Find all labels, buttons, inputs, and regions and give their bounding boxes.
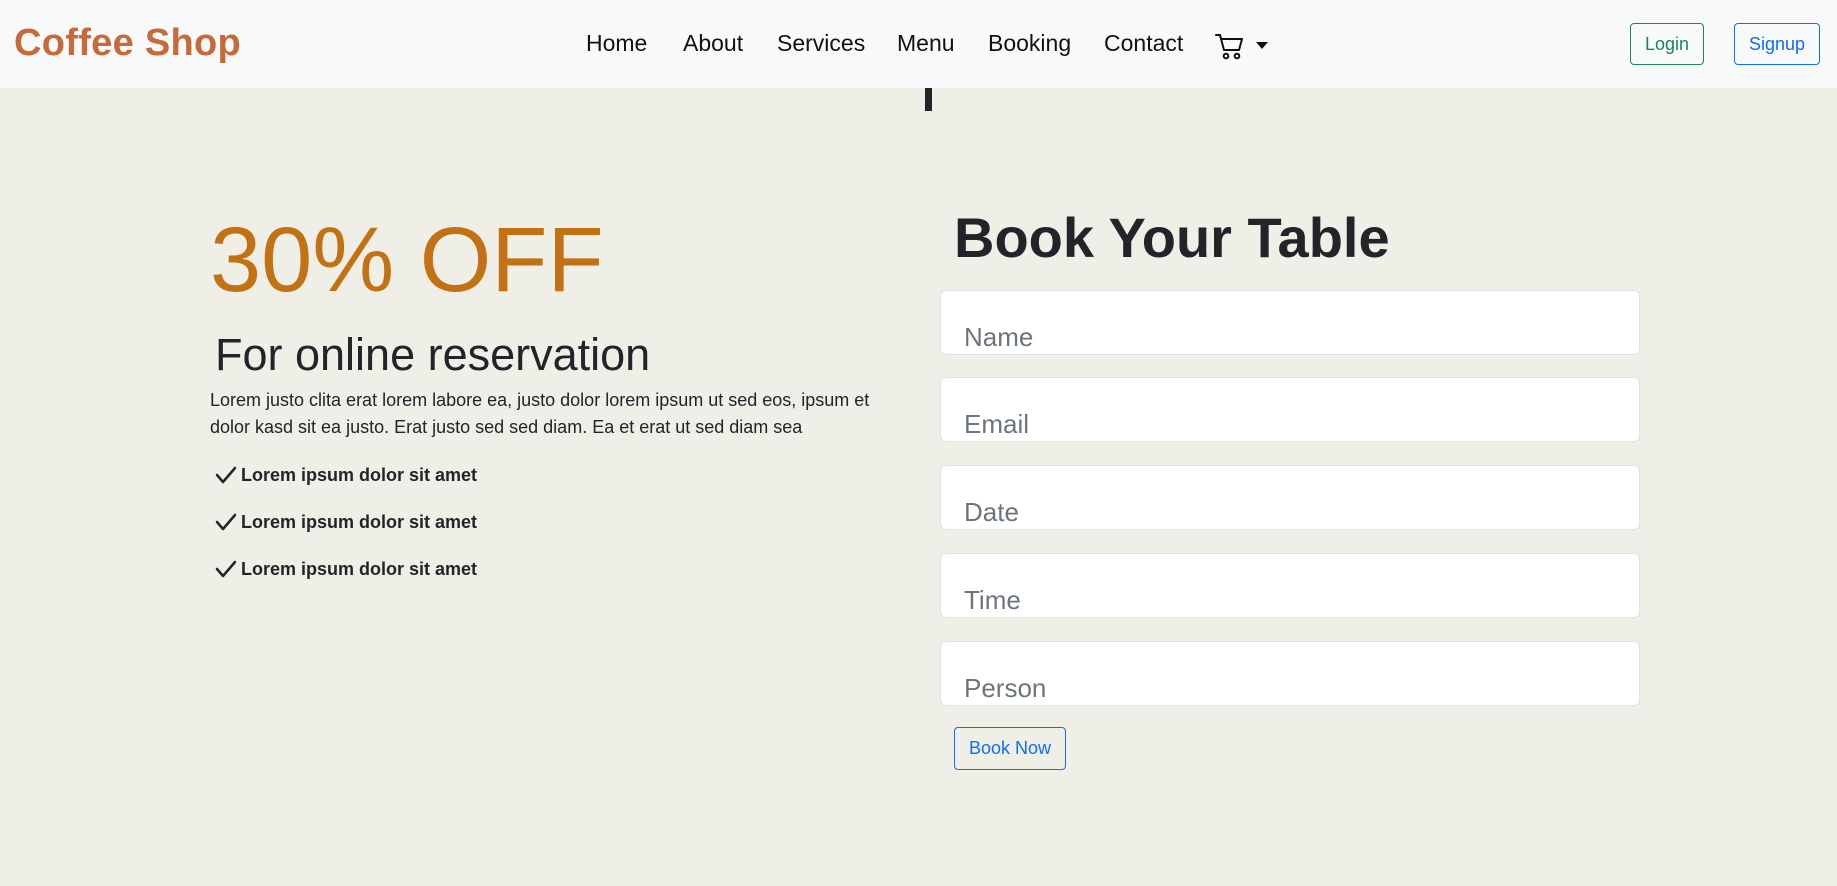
booking-title: Book Your Table <box>954 206 1390 269</box>
nav-link-about[interactable]: About <box>683 30 743 57</box>
text-cursor <box>925 88 932 111</box>
nav-link-booking[interactable]: Booking <box>988 30 1071 57</box>
time-input[interactable] <box>941 554 1639 617</box>
name-field-wrapper <box>940 290 1640 355</box>
feature-item: Lorem ipsum dolor sit amet <box>215 510 477 534</box>
navbar: Coffee Shop Home About Services Menu Boo… <box>0 0 1837 88</box>
chevron-down-icon <box>1256 42 1268 49</box>
nav-link-services[interactable]: Services <box>777 30 865 57</box>
discount-heading: 30% OFF <box>210 209 604 311</box>
cart-dropdown[interactable] <box>1215 32 1275 62</box>
feature-label: Lorem ipsum dolor sit amet <box>241 511 478 532</box>
feature-label: Lorem ipsum dolor sit amet <box>241 558 478 579</box>
signup-button[interactable]: Signup <box>1734 23 1820 65</box>
feature-item: Lorem ipsum dolor sit amet <box>215 557 477 581</box>
name-input[interactable] <box>941 291 1639 354</box>
check-icon <box>215 560 237 578</box>
brand-logo[interactable]: Coffee Shop <box>14 22 241 65</box>
promo-subtitle: For online reservation <box>215 329 651 380</box>
person-field-wrapper <box>940 641 1640 706</box>
email-field-wrapper <box>940 377 1640 442</box>
nav-link-contact[interactable]: Contact <box>1104 30 1183 57</box>
cart-icon <box>1215 34 1243 60</box>
login-button[interactable]: Login <box>1630 23 1704 65</box>
book-now-button[interactable]: Book Now <box>954 727 1066 770</box>
check-icon <box>215 466 237 484</box>
date-field-wrapper <box>940 465 1640 530</box>
feature-item: Lorem ipsum dolor sit amet <box>215 463 477 487</box>
feature-label: Lorem ipsum dolor sit amet <box>241 464 478 485</box>
person-input[interactable] <box>941 642 1639 705</box>
promo-description: Lorem justo clita erat lorem labore ea, … <box>210 390 870 437</box>
check-icon <box>215 513 237 531</box>
time-field-wrapper <box>940 553 1640 618</box>
nav-link-home[interactable]: Home <box>586 30 647 57</box>
nav-link-menu[interactable]: Menu <box>897 30 955 57</box>
date-input[interactable] <box>941 466 1639 529</box>
email-input[interactable] <box>941 378 1639 441</box>
